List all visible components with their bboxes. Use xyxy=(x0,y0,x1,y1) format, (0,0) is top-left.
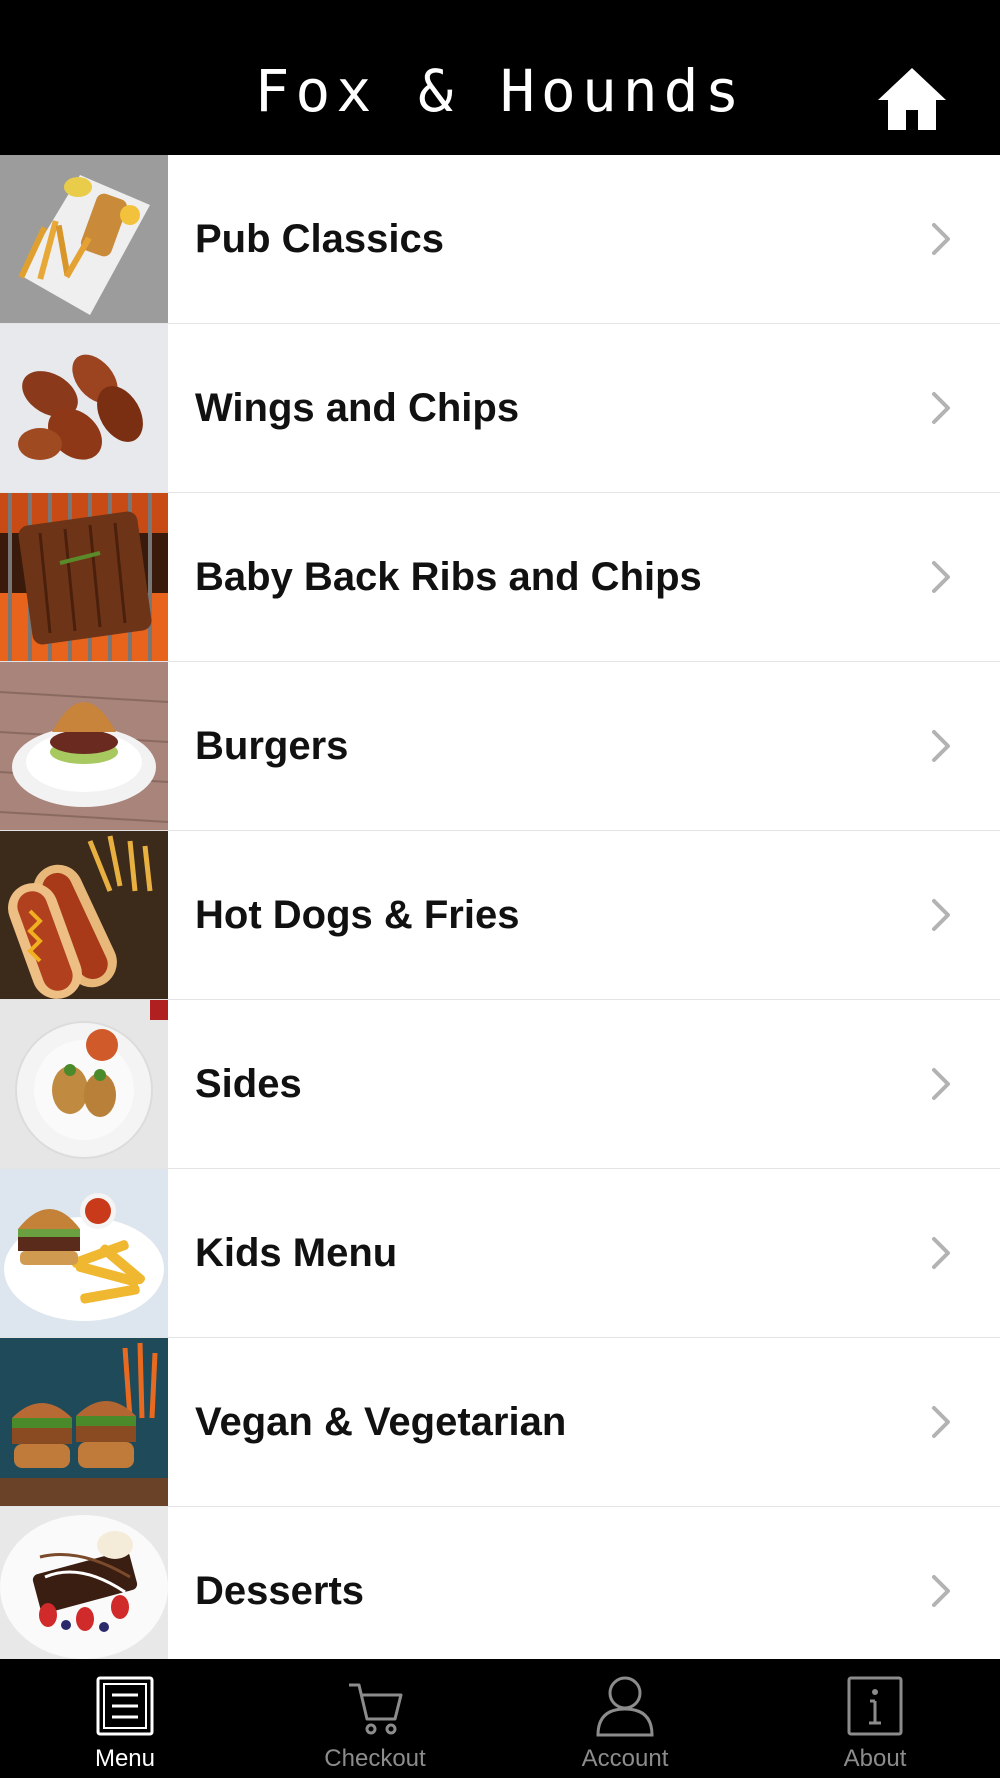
hot-dogs-photo xyxy=(0,831,168,999)
tab-label: Account xyxy=(581,1745,669,1772)
menu-item-label: Desserts xyxy=(195,1569,365,1613)
menu-item-kids-menu[interactable]: Kids Menu xyxy=(0,1169,1000,1338)
menu-item-label: Pub Classics xyxy=(195,217,445,261)
chevron-right-icon xyxy=(930,897,952,933)
dessert-photo xyxy=(0,1507,168,1659)
menu-item-label: Hot Dogs & Fries xyxy=(195,893,520,937)
chevron-right-icon xyxy=(930,1573,952,1609)
menu-item-label: Sides xyxy=(195,1062,302,1106)
chevron-right-icon xyxy=(930,1235,952,1271)
chevron-right-icon xyxy=(930,728,952,764)
home-icon xyxy=(878,68,946,130)
tab-menu[interactable]: Menu xyxy=(0,1659,250,1778)
home-button[interactable] xyxy=(876,66,948,132)
sides-photo xyxy=(0,1000,168,1168)
menu-item-desserts[interactable]: Desserts xyxy=(0,1507,1000,1659)
bottom-tab-bar: Menu Checkout Account About xyxy=(0,1659,1000,1778)
menu-item-baby-back-ribs-and-chips[interactable]: Baby Back Ribs and Chips xyxy=(0,493,1000,662)
burger-photo xyxy=(0,662,168,830)
menu-item-label: Baby Back Ribs and Chips xyxy=(195,555,702,599)
chevron-right-icon xyxy=(930,221,952,257)
menu-category-list: Pub Classics Wings and Chips Baby Back R… xyxy=(0,155,1000,1659)
person-icon xyxy=(595,1675,655,1737)
menu-icon xyxy=(95,1675,155,1737)
menu-item-wings-and-chips[interactable]: Wings and Chips xyxy=(0,324,1000,493)
chevron-right-icon xyxy=(930,559,952,595)
fish-and-chips-photo xyxy=(0,155,168,323)
app-header: Fox & Hounds xyxy=(0,0,1000,155)
app-title: Fox & Hounds xyxy=(254,57,746,125)
vegan-burgers-photo xyxy=(0,1338,168,1506)
cart-icon xyxy=(345,1675,405,1737)
tab-label: Checkout xyxy=(324,1745,426,1772)
menu-item-vegan-and-vegetarian[interactable]: Vegan & Vegetarian xyxy=(0,1338,1000,1507)
kids-burger-and-chips-photo xyxy=(0,1169,168,1337)
menu-item-burgers[interactable]: Burgers xyxy=(0,662,1000,831)
chevron-right-icon xyxy=(930,1066,952,1102)
tab-about[interactable]: About xyxy=(750,1659,1000,1778)
tab-account[interactable]: Account xyxy=(500,1659,750,1778)
menu-item-label: Burgers xyxy=(195,724,349,768)
menu-item-label: Wings and Chips xyxy=(195,386,520,430)
menu-item-sides[interactable]: Sides xyxy=(0,1000,1000,1169)
info-icon xyxy=(845,1675,905,1737)
menu-item-hot-dogs-and-fries[interactable]: Hot Dogs & Fries xyxy=(0,831,1000,1000)
tab-checkout[interactable]: Checkout xyxy=(250,1659,500,1778)
chevron-right-icon xyxy=(930,390,952,426)
ribs-on-grill-photo xyxy=(0,493,168,661)
tab-label: About xyxy=(843,1745,907,1772)
chevron-right-icon xyxy=(930,1404,952,1440)
menu-item-pub-classics[interactable]: Pub Classics xyxy=(0,155,1000,324)
chicken-wings-photo xyxy=(0,324,168,492)
menu-item-label: Vegan & Vegetarian xyxy=(195,1400,567,1444)
tab-label: Menu xyxy=(94,1745,156,1772)
menu-item-label: Kids Menu xyxy=(195,1231,398,1275)
